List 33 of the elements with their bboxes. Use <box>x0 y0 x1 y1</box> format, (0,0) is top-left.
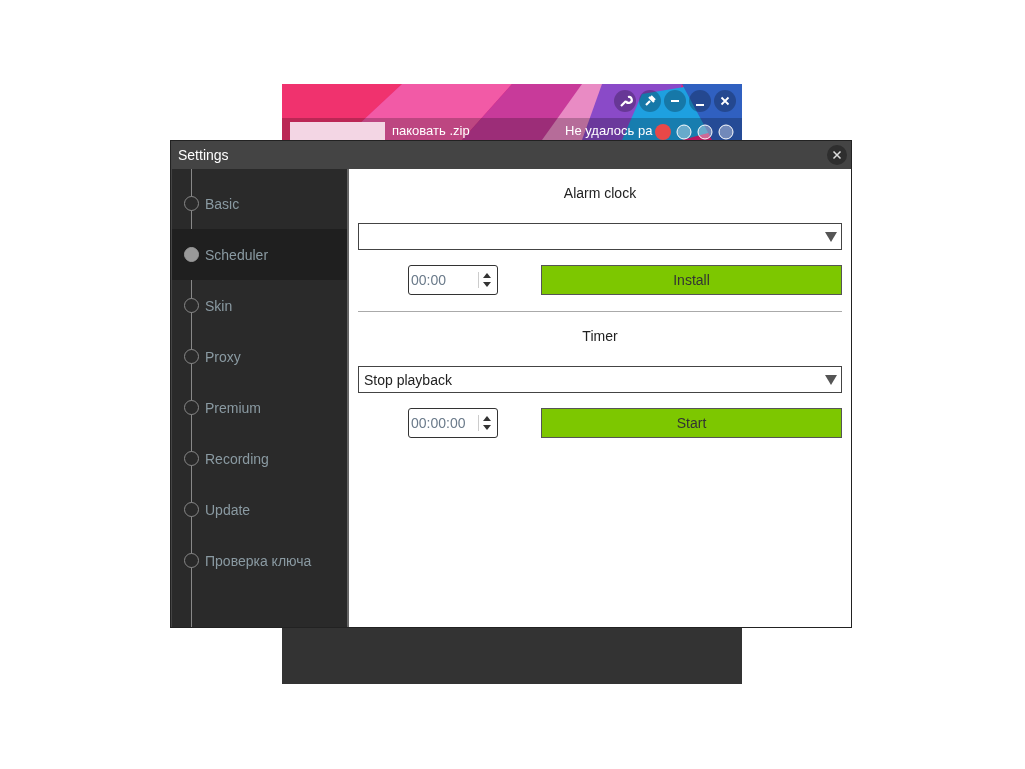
section-heading: Timer <box>582 328 618 346</box>
up-arrow-icon[interactable] <box>482 415 492 421</box>
down-arrow-icon[interactable] <box>482 425 492 431</box>
up-arrow-icon[interactable] <box>482 272 492 278</box>
window-title: Settings <box>178 147 229 163</box>
status-text: Не удалось ра <box>565 123 653 139</box>
caret-icon <box>825 374 837 385</box>
down-arrow-icon[interactable] <box>482 282 492 288</box>
dropdown[interactable] <box>358 223 842 250</box>
sidebar-item[interactable]: Basic <box>172 178 347 229</box>
section-heading: Alarm clock <box>563 185 637 203</box>
minus-icon[interactable] <box>664 90 686 112</box>
sidebar-item[interactable]: Proxy <box>172 331 347 382</box>
minimize-icon[interactable] <box>689 90 711 112</box>
file-name: паковать .zip <box>392 123 470 139</box>
round-icon[interactable] <box>676 124 692 140</box>
action-button[interactable]: Start <box>541 408 842 438</box>
dropdown[interactable]: Stop playback <box>358 366 842 393</box>
action-button[interactable]: Install <box>541 265 842 295</box>
sidebar-item[interactable]: Recording <box>172 433 347 484</box>
time-field[interactable]: 00:00 <box>408 265 498 295</box>
wrench-icon[interactable] <box>614 90 636 112</box>
sidebar-item[interactable]: Проверка ключа <box>172 535 347 586</box>
sidebar-item[interactable]: Skin <box>172 280 347 331</box>
sidebar-item[interactable]: Update <box>172 484 347 535</box>
caret-icon <box>825 231 837 242</box>
sidebar-item[interactable]: Premium <box>172 382 347 433</box>
close-icon[interactable] <box>714 90 736 112</box>
round-icon[interactable] <box>697 124 713 140</box>
sidebar-item[interactable]: Scheduler <box>172 229 347 280</box>
time-field[interactable]: 00:00:00 <box>408 408 498 438</box>
close-icon[interactable] <box>827 145 847 165</box>
round-icon[interactable] <box>718 124 734 140</box>
